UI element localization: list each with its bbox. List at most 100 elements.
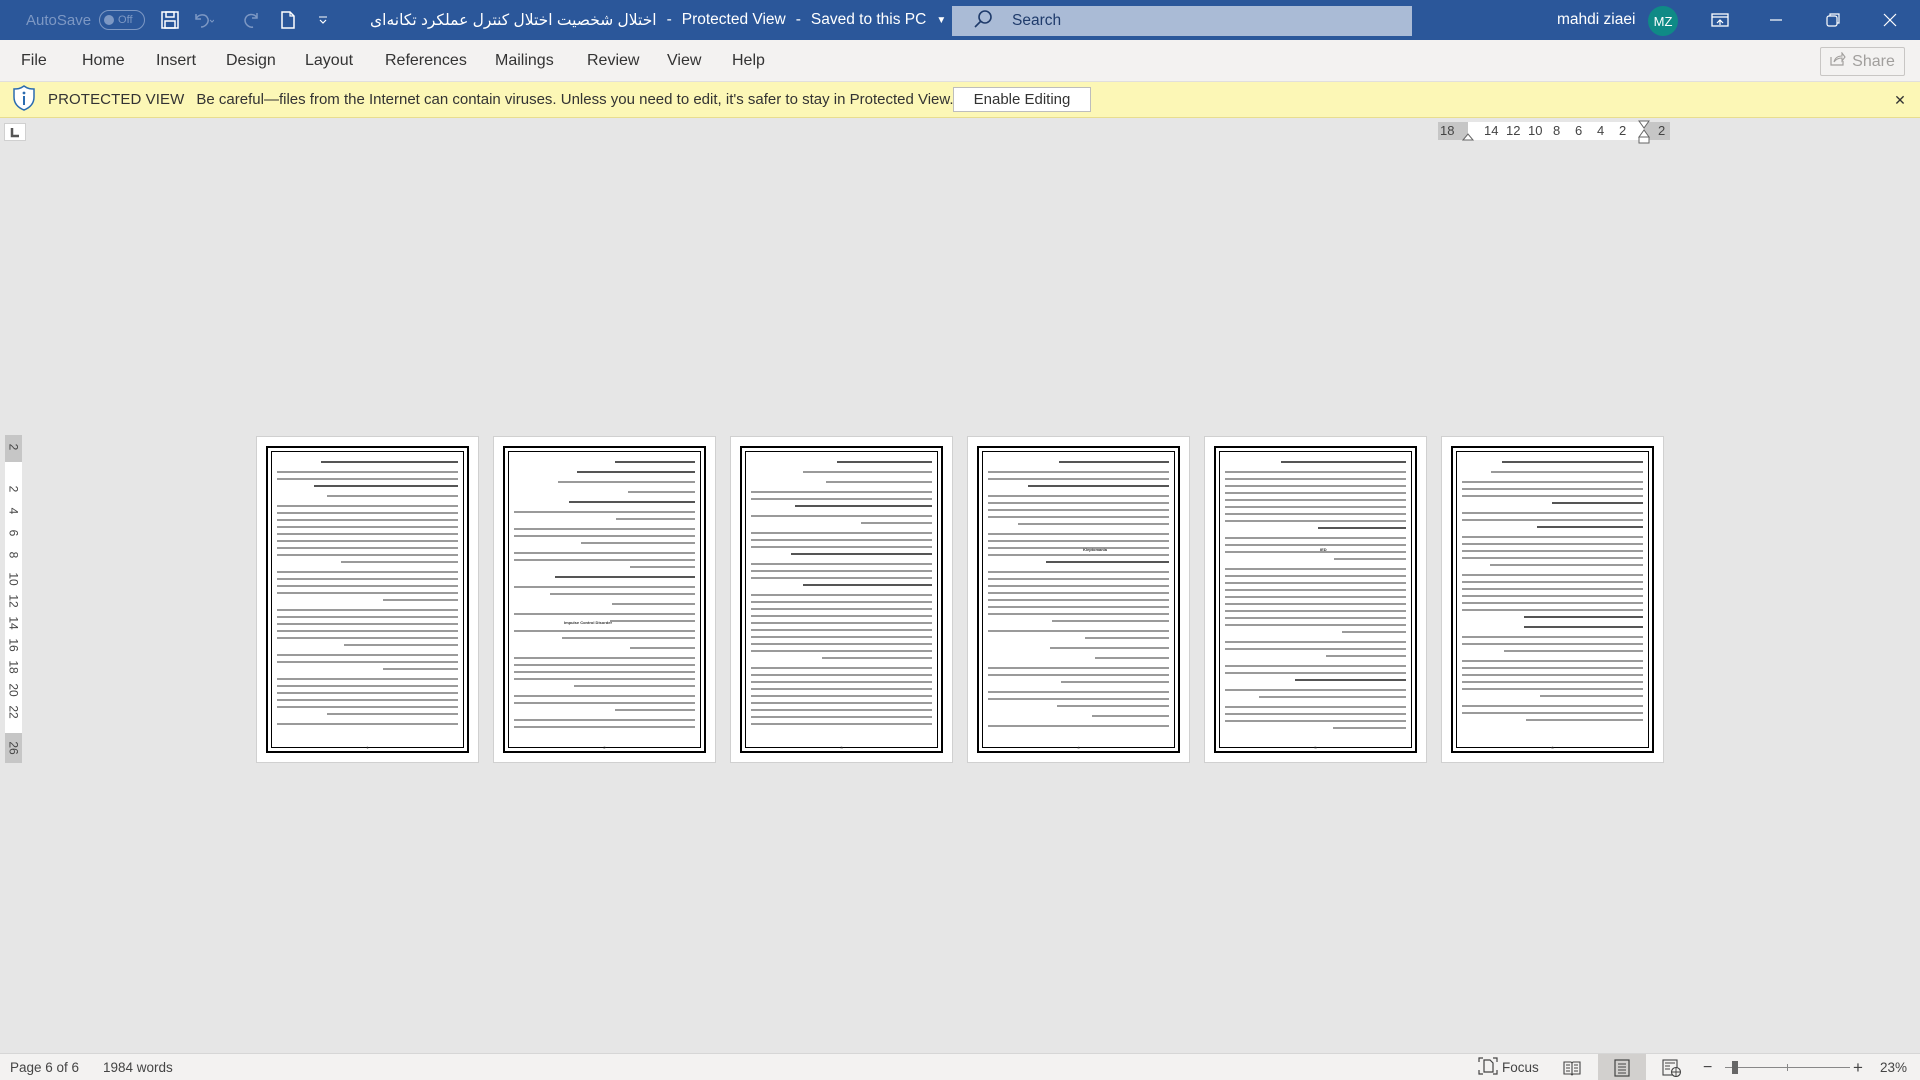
focus-button[interactable]: Focus <box>1478 1054 1539 1080</box>
protected-view-bar: PROTECTED VIEW Be careful—files from the… <box>0 82 1920 118</box>
read-mode-button[interactable] <box>1548 1054 1596 1080</box>
save-status[interactable]: Saved to this PC <box>811 11 926 29</box>
vertical-ruler[interactable]: 2 2 4 6 8 10 12 14 16 18 20 22 26 <box>5 435 22 763</box>
text-line <box>616 518 695 520</box>
ruler-tick: 16 <box>6 638 21 652</box>
text-line <box>1490 471 1643 473</box>
text-line <box>1537 526 1643 528</box>
text-line <box>1462 543 1643 545</box>
page-number: 5 <box>1314 745 1317 750</box>
tab-selector[interactable] <box>4 123 26 141</box>
avatar[interactable]: MZ <box>1648 6 1678 36</box>
zoom-in-button[interactable]: + <box>1853 1054 1863 1080</box>
section-heading-english: IED <box>1320 547 1327 552</box>
text-line <box>751 667 932 669</box>
text-line <box>277 654 458 656</box>
document-page[interactable]: 6 <box>1442 437 1663 762</box>
ruler-tick: 20 <box>6 683 21 697</box>
page-number: 3 <box>840 745 843 750</box>
document-page[interactable]: IED 5 <box>1205 437 1426 762</box>
zoom-level[interactable]: 23% <box>1880 1054 1907 1080</box>
text-line <box>1225 544 1406 546</box>
left-indent-marker[interactable] <box>1462 129 1474 141</box>
text-line <box>1462 588 1643 590</box>
horizontal-ruler[interactable]: 18 14 12 10 8 6 4 2 2 <box>1438 120 1670 144</box>
text-line <box>1225 720 1406 722</box>
document-page[interactable]: Impulse Control Disorder 2 <box>494 437 715 762</box>
text-line <box>514 559 695 561</box>
save-icon[interactable] <box>157 0 183 40</box>
text-line <box>555 576 695 578</box>
text-line <box>988 516 1169 518</box>
tab-help[interactable]: Help <box>732 40 765 82</box>
close-icon[interactable] <box>1862 0 1918 40</box>
text-line <box>988 606 1169 608</box>
web-layout-button[interactable] <box>1648 1054 1696 1080</box>
document-name: اختلال شخصیت اختلال کنترل عملکرد تکانه‌ا… <box>370 11 657 29</box>
text-line <box>1462 519 1643 521</box>
text-line <box>629 647 695 649</box>
redo-icon[interactable] <box>239 0 265 40</box>
word-count[interactable]: 1984 words <box>103 1054 173 1080</box>
autosave-toggle[interactable]: AutoSave Off <box>26 0 146 40</box>
text-line <box>1225 589 1406 591</box>
text-line <box>988 471 1169 473</box>
minimize-icon[interactable] <box>1748 0 1804 40</box>
text-line <box>277 519 458 521</box>
close-message-bar-icon[interactable]: ✕ <box>1890 90 1910 110</box>
ruler-tick: 8 <box>6 551 21 559</box>
undo-icon[interactable] <box>190 0 216 40</box>
zoom-slider[interactable] <box>1725 1061 1850 1074</box>
autosave-switch[interactable]: Off <box>99 10 146 30</box>
text-line <box>1333 558 1406 560</box>
tab-file[interactable]: File <box>21 40 47 82</box>
text-line <box>277 478 458 480</box>
tab-mailings[interactable]: Mailings <box>495 40 554 82</box>
page-text <box>1225 459 1406 744</box>
tab-design[interactable]: Design <box>226 40 276 82</box>
user-name[interactable]: mahdi ziaei <box>1557 0 1635 40</box>
page-text <box>514 459 695 744</box>
document-page[interactable]: 1 <box>257 437 478 762</box>
tab-insert[interactable]: Insert <box>156 40 196 82</box>
tab-layout[interactable]: Layout <box>305 40 353 82</box>
text-line <box>794 505 932 507</box>
ruler-tick: 18 <box>1440 123 1455 138</box>
page-indicator[interactable]: Page 6 of 6 <box>10 1054 79 1080</box>
share-label: Share <box>1852 52 1895 70</box>
text-line <box>514 511 695 513</box>
tab-home[interactable]: Home <box>82 40 125 82</box>
text-line <box>277 609 458 611</box>
text-line <box>988 698 1169 700</box>
restore-icon[interactable] <box>1805 0 1861 40</box>
text-line <box>1225 713 1406 715</box>
zoom-slider-thumb[interactable] <box>1732 1061 1738 1074</box>
tab-view[interactable]: View <box>667 40 701 82</box>
tab-references[interactable]: References <box>385 40 467 82</box>
text-line <box>1225 492 1406 494</box>
right-indent-marker[interactable] <box>1638 120 1650 144</box>
share-button[interactable]: Share <box>1820 47 1905 76</box>
print-layout-button[interactable] <box>1598 1054 1646 1080</box>
search-input[interactable]: Search <box>952 6 1412 36</box>
zoom-out-button[interactable]: − <box>1703 1054 1712 1080</box>
text-line <box>1225 551 1406 553</box>
text-line <box>751 695 932 697</box>
tab-review[interactable]: Review <box>587 40 639 82</box>
text-line <box>1225 617 1406 619</box>
ribbon-display-options-icon[interactable] <box>1692 0 1748 40</box>
text-line <box>751 563 932 565</box>
document-page[interactable]: 3 <box>731 437 952 762</box>
save-status-dropdown-icon[interactable]: ▼ <box>936 15 946 26</box>
view-mode: Protected View <box>681 11 786 28</box>
text-line <box>277 637 458 639</box>
customize-quick-access-icon[interactable] <box>310 0 336 40</box>
page-number: 4 <box>1077 745 1080 750</box>
text-line <box>1462 643 1643 645</box>
text-line <box>751 498 932 500</box>
new-document-icon[interactable] <box>275 0 301 40</box>
text-line <box>514 664 695 666</box>
document-page[interactable]: Kleptomania 4 <box>968 437 1189 762</box>
enable-editing-button[interactable]: Enable Editing <box>953 87 1091 112</box>
text-line <box>581 542 695 544</box>
